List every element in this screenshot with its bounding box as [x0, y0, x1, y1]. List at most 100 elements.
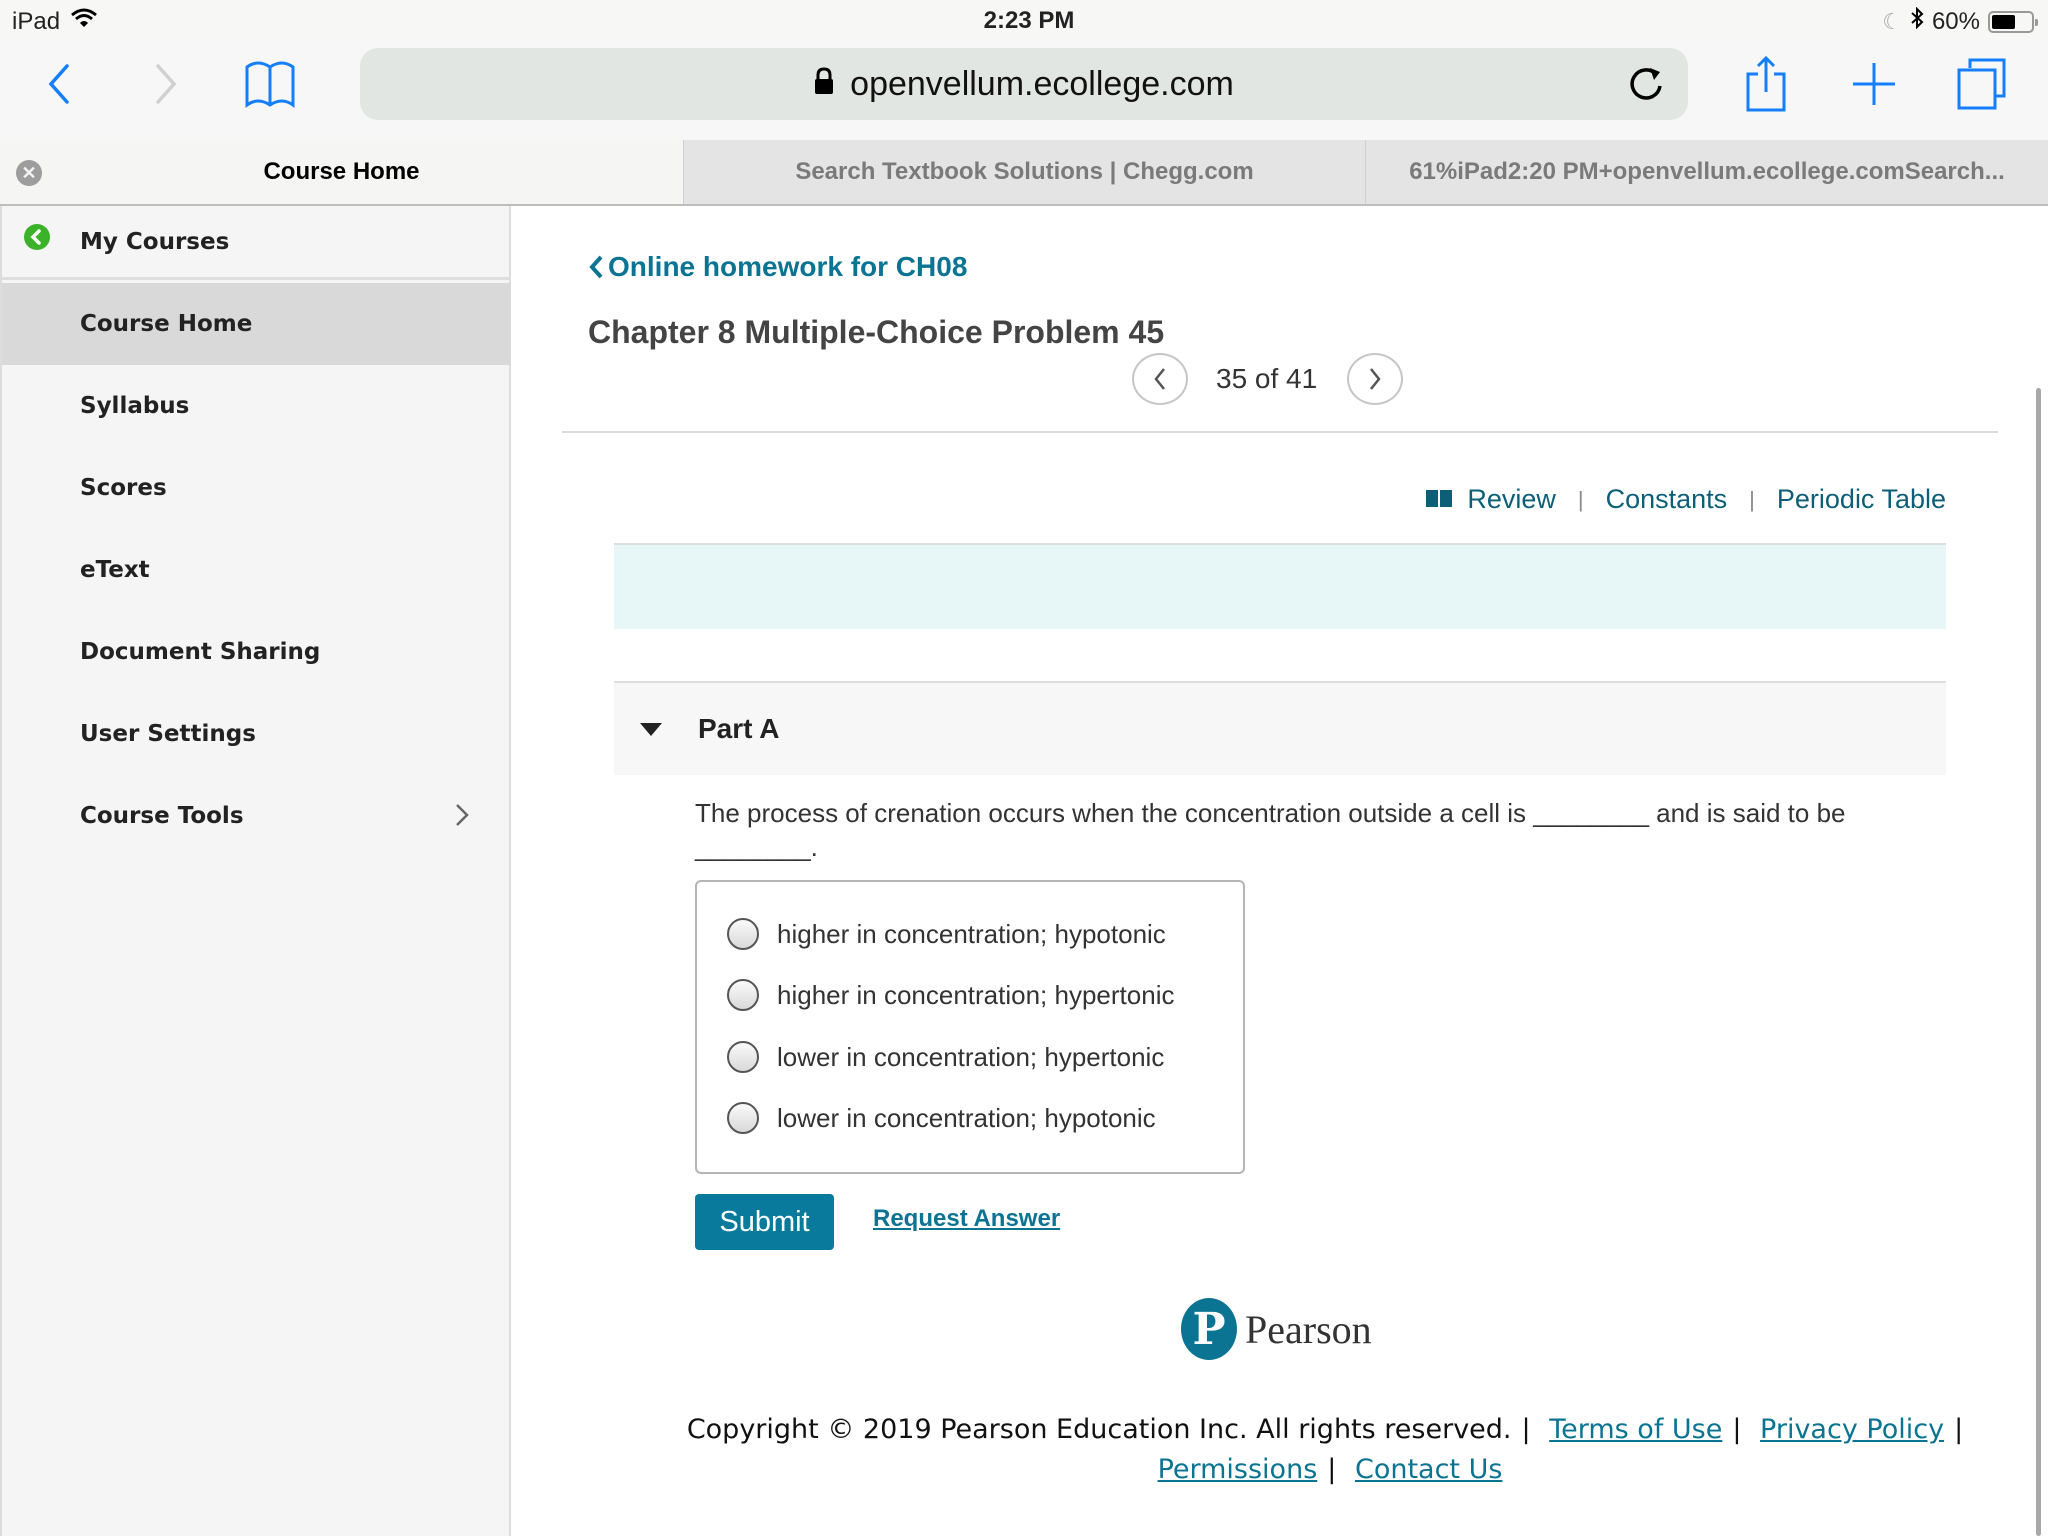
permissions-link[interactable]: Permissions — [1158, 1454, 1318, 1485]
brand-name: Pearson — [1245, 1306, 1372, 1352]
sidebar-item-my-courses[interactable]: My Courses — [2, 206, 511, 280]
answer-label: higher in concentration; hypotonic — [777, 918, 1166, 949]
back-circle-icon — [24, 224, 50, 250]
radio-button[interactable] — [727, 979, 759, 1011]
reload-button[interactable] — [1622, 60, 1670, 108]
answer-options: higher in concentration; hypotonic highe… — [695, 880, 1245, 1174]
sidebar-item-user-settings[interactable]: User Settings — [2, 693, 511, 775]
problem-pager: 35 of 41 — [1132, 353, 1404, 405]
part-header[interactable]: Part A — [614, 681, 1946, 775]
separator: | — [1521, 1414, 1531, 1445]
tab-chegg[interactable]: Search Textbook Solutions | Chegg.com — [683, 140, 1365, 204]
tab-course-home[interactable]: ✕ Course Home — [0, 140, 683, 204]
sidebar-item-label: Course Home — [80, 311, 253, 337]
tabs-icon — [1957, 58, 2006, 110]
radio-button[interactable] — [727, 918, 759, 950]
answer-label: lower in concentration; hypotonic — [777, 1102, 1156, 1133]
answer-label: higher in concentration; hypertonic — [777, 979, 1175, 1010]
url-bar[interactable]: openvellum.ecollege.com — [360, 48, 1688, 120]
sidebar-item-label: eText — [80, 557, 150, 583]
sidebar-item-document-sharing[interactable]: Document Sharing — [2, 611, 511, 693]
back-to-assignment-link[interactable]: Online homework for CH08 — [588, 251, 967, 283]
book-icon — [245, 61, 295, 108]
sidebar-item-scores[interactable]: Scores — [2, 447, 511, 529]
back-link-label: Online homework for CH08 — [608, 251, 968, 282]
tabs-button[interactable] — [1952, 54, 2012, 114]
separator: | — [1749, 486, 1755, 512]
sidebar-item-syllabus[interactable]: Syllabus — [2, 365, 511, 447]
sidebar-item-etext[interactable]: eText — [2, 529, 511, 611]
tab-openvellum[interactable]: 61%iPad2:20 PM+openvellum.ecollege.comSe… — [1365, 140, 2048, 204]
caret-down-icon[interactable] — [640, 722, 662, 736]
copyright-text: Copyright © 2019 Pearson Education Inc. … — [686, 1414, 1512, 1445]
browser-toolbar: openvellum.ecollege.com — [0, 42, 2048, 140]
chevron-left-icon — [589, 255, 603, 279]
problem-intro-box — [614, 543, 1946, 629]
chevron-right-icon — [1370, 368, 1381, 390]
tab-title: Course Home — [263, 158, 420, 185]
pearson-mark-icon: P — [1181, 1298, 1237, 1360]
separator: | — [1327, 1454, 1337, 1485]
battery-icon — [1988, 10, 2038, 33]
periodic-table-link[interactable]: Periodic Table — [1777, 484, 1946, 515]
url-text: openvellum.ecollege.com — [850, 64, 1234, 103]
chevron-right-icon — [455, 803, 469, 833]
close-tab-icon[interactable]: ✕ — [16, 160, 42, 186]
chevron-left-icon — [48, 64, 69, 104]
tab-title: Search Textbook Solutions | Chegg.com — [795, 158, 1254, 185]
browser-tabs: ✕ Course Home Search Textbook Solutions … — [0, 140, 2048, 206]
answer-option[interactable]: lower in concentration; hypertonic — [727, 1041, 1164, 1073]
new-tab-button[interactable] — [1844, 54, 1904, 114]
radio-button[interactable] — [727, 1041, 759, 1073]
sidebar-item-course-tools[interactable]: Course Tools — [2, 775, 511, 857]
answer-option[interactable]: higher in concentration; hypotonic — [727, 918, 1166, 950]
back-button[interactable] — [30, 54, 90, 114]
battery-percent: 60% — [1931, 7, 1980, 35]
share-button[interactable] — [1736, 54, 1796, 114]
sidebar-item-label: User Settings — [80, 721, 256, 747]
pearson-logo: P Pearson — [1181, 1298, 1372, 1360]
lock-icon — [814, 65, 834, 104]
status-bar: iPad 2:23 PM ☾ 60% — [0, 0, 2048, 42]
clock: 2:23 PM — [983, 7, 1075, 34]
sidebar-item-label: Course Tools — [80, 803, 244, 829]
resource-links: Review | Constants | Periodic Table — [1425, 484, 1946, 515]
reload-icon — [1630, 68, 1662, 100]
previous-problem-button[interactable] — [1132, 353, 1188, 405]
divider — [562, 431, 1998, 433]
separator: | — [1732, 1414, 1742, 1445]
pager-text: 35 of 41 — [1216, 363, 1318, 394]
forward-button[interactable] — [135, 54, 195, 114]
privacy-policy-link[interactable]: Privacy Policy — [1760, 1414, 1944, 1445]
part-title: Part A — [698, 713, 780, 744]
review-book-icon — [1425, 484, 1453, 515]
tab-title: 61%iPad2:20 PM+openvellum.ecollege.comSe… — [1409, 158, 2005, 185]
next-problem-button[interactable] — [1347, 353, 1404, 405]
terms-of-use-link[interactable]: Terms of Use — [1549, 1414, 1722, 1445]
sidebar-item-label: Syllabus — [80, 393, 190, 419]
sidebar: My Courses Course Home Syllabus Scores e… — [0, 206, 511, 1536]
scrollbar[interactable] — [2036, 388, 2041, 1536]
request-answer-link[interactable]: Request Answer — [873, 1205, 1060, 1233]
chevron-left-icon — [1154, 368, 1165, 390]
answer-option[interactable]: lower in concentration; hypotonic — [727, 1102, 1156, 1134]
separator: | — [1577, 486, 1584, 512]
separator: | — [1954, 1414, 1964, 1445]
submit-button[interactable]: Submit — [695, 1194, 834, 1250]
page-title: Chapter 8 Multiple-Choice Problem 45 — [588, 314, 1165, 350]
sidebar-item-course-home[interactable]: Course Home — [2, 283, 511, 365]
plus-icon — [1853, 63, 1895, 105]
radio-button[interactable] — [727, 1102, 759, 1134]
answer-option[interactable]: higher in concentration; hypertonic — [727, 979, 1174, 1011]
review-link[interactable]: Review — [1467, 484, 1556, 515]
sidebar-item-label: Scores — [80, 475, 167, 501]
constants-link[interactable]: Constants — [1606, 484, 1728, 515]
answer-label: lower in concentration; hypertonic — [777, 1041, 1165, 1072]
contact-us-link[interactable]: Contact Us — [1355, 1454, 1502, 1485]
question-text: The process of crenation occurs when the… — [695, 798, 1846, 862]
bluetooth-icon — [1910, 6, 1924, 36]
moon-icon: ☾ — [1882, 8, 1902, 34]
share-icon — [1746, 56, 1786, 112]
bookmarks-button[interactable] — [240, 54, 300, 114]
footer: Copyright © 2019 Pearson Education Inc. … — [640, 1410, 2020, 1490]
